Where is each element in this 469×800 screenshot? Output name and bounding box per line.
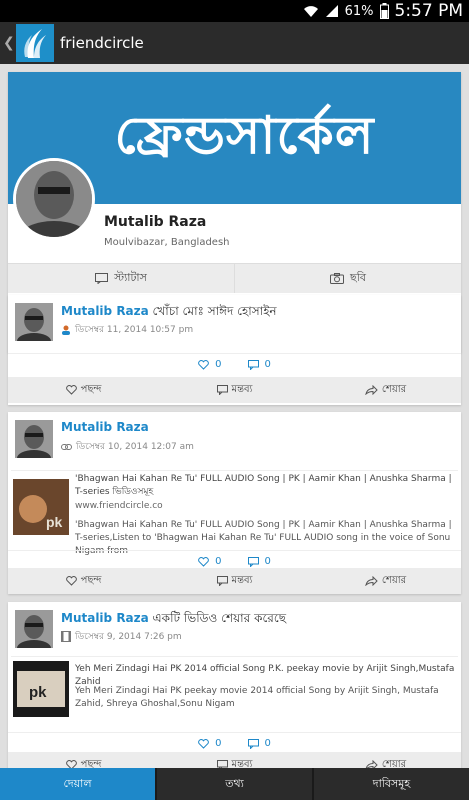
profile-name: Mutalib Raza xyxy=(104,214,207,230)
post-header: Mutalib Raza একটি ভিডিও শেয়ার করেছে xyxy=(61,610,286,630)
tab-status[interactable]: স্ট্যাটাস xyxy=(8,264,234,293)
post-meta: ডিসেম্বর 9, 2014 7:26 pm xyxy=(61,629,182,644)
post-header: Mutalib Raza খোঁচা মোঃ সাঈদ হোসাইন xyxy=(61,303,277,323)
post-action-text: খোঁচা মোঃ সাঈদ হোসাইন xyxy=(148,304,277,318)
bottom-nav: দেয়াল তথ্য দাবিসমূহ xyxy=(0,768,469,800)
video-thumbnail[interactable]: pk xyxy=(13,661,69,717)
share-icon xyxy=(365,385,378,395)
app-bar: ❮ friendcircle xyxy=(0,22,469,64)
share-button[interactable]: শেয়ার xyxy=(310,382,461,399)
comment-icon xyxy=(247,738,259,749)
battery-icon xyxy=(379,3,389,19)
post-timestamp: ডিসেম্বর 11, 2014 10:57 pm xyxy=(75,325,194,335)
battery-percent: 61% xyxy=(344,3,374,19)
tab-info[interactable]: তথ্য xyxy=(155,768,312,800)
tab-photo-label: ছবি xyxy=(350,271,366,284)
profile-tabs: স্ট্যাটাস ছবি xyxy=(8,263,461,293)
app-title: friendcircle xyxy=(60,34,144,52)
comment-icon xyxy=(247,556,259,567)
post-timestamp: ডিসেম্বর 9, 2014 7:26 pm xyxy=(75,632,182,642)
heart-icon xyxy=(198,556,209,567)
post-header: Mutalib Raza xyxy=(61,420,149,434)
post-actions: পছন্দ মন্তব্য শেয়ার xyxy=(8,752,461,768)
like-button[interactable]: পছন্দ xyxy=(8,757,159,768)
comment-button[interactable]: মন্তব্য xyxy=(159,382,310,399)
post-stats: 0 0 xyxy=(8,732,461,754)
wifi-icon xyxy=(303,6,318,17)
status-icon xyxy=(95,273,109,284)
heart-icon xyxy=(65,576,77,586)
like-count[interactable]: 0 xyxy=(198,738,222,749)
comment-count[interactable]: 0 xyxy=(247,738,271,749)
comment-count[interactable]: 0 xyxy=(247,556,271,567)
post-timestamp: ডিসেম্বর 10, 2014 12:07 am xyxy=(76,442,194,452)
share-icon xyxy=(365,576,378,586)
heart-icon xyxy=(65,760,77,768)
cover-text: ফ্রেন্ডসার্কেল xyxy=(114,105,375,166)
video-icon xyxy=(61,631,71,642)
profile-location: Moulvibazar, Bangladesh xyxy=(104,237,230,248)
author-avatar[interactable] xyxy=(15,610,53,648)
post-actions: পছন্দ মন্তব্য শেয়ার xyxy=(8,377,461,403)
tab-wall[interactable]: দেয়াল xyxy=(0,768,155,800)
like-count[interactable]: 0 xyxy=(198,359,222,370)
author-name-link[interactable]: Mutalib Raza xyxy=(61,611,149,625)
user-icon xyxy=(62,325,70,335)
link-preview[interactable]: pk 'Bhagwan Hai Kahan Re Tu' FULL AUDIO … xyxy=(11,470,458,556)
comment-button[interactable]: মন্তব্য xyxy=(159,573,310,590)
post-meta: ডিসেম্বর 11, 2014 10:57 pm xyxy=(61,322,193,337)
tab-status-label: স্ট্যাটাস xyxy=(114,271,147,284)
post-action-text: একটি ভিডিও শেয়ার করেছে xyxy=(148,611,286,625)
post-card: Mutalib Raza একটি ভিডিও শেয়ার করেছে ডিস… xyxy=(8,602,461,768)
heart-icon xyxy=(198,738,209,749)
author-avatar[interactable] xyxy=(15,303,53,341)
profile-avatar[interactable] xyxy=(13,158,95,240)
post-meta: ডিসেম্বর 10, 2014 12:07 am xyxy=(61,439,194,454)
link-url[interactable]: www.friendcircle.co xyxy=(75,501,163,511)
link-preview[interactable]: pk Yeh Meri Zindagi Hai PK 2014 official… xyxy=(11,656,458,732)
share-button[interactable]: শেয়ার xyxy=(310,573,461,590)
back-chevron-icon[interactable]: ❮ xyxy=(3,35,15,51)
comment-icon xyxy=(216,576,228,586)
heart-icon xyxy=(198,359,209,370)
svg-text:pk: pk xyxy=(29,684,47,701)
share-button[interactable]: শেয়ার xyxy=(310,757,461,768)
heart-icon xyxy=(65,385,77,395)
author-name-link[interactable]: Mutalib Raza xyxy=(61,420,149,434)
like-button[interactable]: পছন্দ xyxy=(8,573,159,590)
author-name-link[interactable]: Mutalib Raza xyxy=(61,304,149,318)
post-card: Mutalib Raza ডিসেম্বর 10, 2014 12:07 am … xyxy=(8,412,461,594)
like-count[interactable]: 0 xyxy=(198,556,222,567)
link-icon xyxy=(61,443,72,450)
status-bar: 61% 5:57 PM xyxy=(0,0,469,22)
clock: 5:57 PM xyxy=(394,1,464,21)
share-icon xyxy=(365,760,378,768)
feed[interactable]: ফ্রেন্ডসার্কেল Mutalib Raza Moulvibazar,… xyxy=(0,64,469,768)
post-card: Mutalib Raza খোঁচা মোঃ সাঈদ হোসাইন ডিসেম… xyxy=(8,295,461,405)
comment-button[interactable]: মন্তব্য xyxy=(159,757,310,768)
comment-count[interactable]: 0 xyxy=(247,359,271,370)
link-description: Yeh Meri Zindagi Hai PK peekay movie 201… xyxy=(75,686,439,709)
friendcircle-logo-icon[interactable] xyxy=(16,24,54,62)
post-actions: পছন্দ মন্তব্য শেয়ার xyxy=(8,568,461,594)
signal-icon xyxy=(325,5,338,17)
tab-claims[interactable]: দাবিসমূহ xyxy=(312,768,469,800)
comment-icon xyxy=(216,385,228,395)
comment-icon xyxy=(247,359,259,370)
tab-photo[interactable]: ছবি xyxy=(234,264,461,293)
post-stats: 0 0 xyxy=(8,353,461,375)
comment-icon xyxy=(216,760,228,768)
like-button[interactable]: পছন্দ xyxy=(8,382,159,399)
author-avatar[interactable] xyxy=(15,420,53,458)
svg-text:pk: pk xyxy=(46,514,63,530)
camera-icon xyxy=(330,273,345,284)
link-thumbnail[interactable]: pk xyxy=(13,479,69,535)
link-title[interactable]: 'Bhagwan Hai Kahan Re Tu' FULL AUDIO Son… xyxy=(75,473,455,499)
